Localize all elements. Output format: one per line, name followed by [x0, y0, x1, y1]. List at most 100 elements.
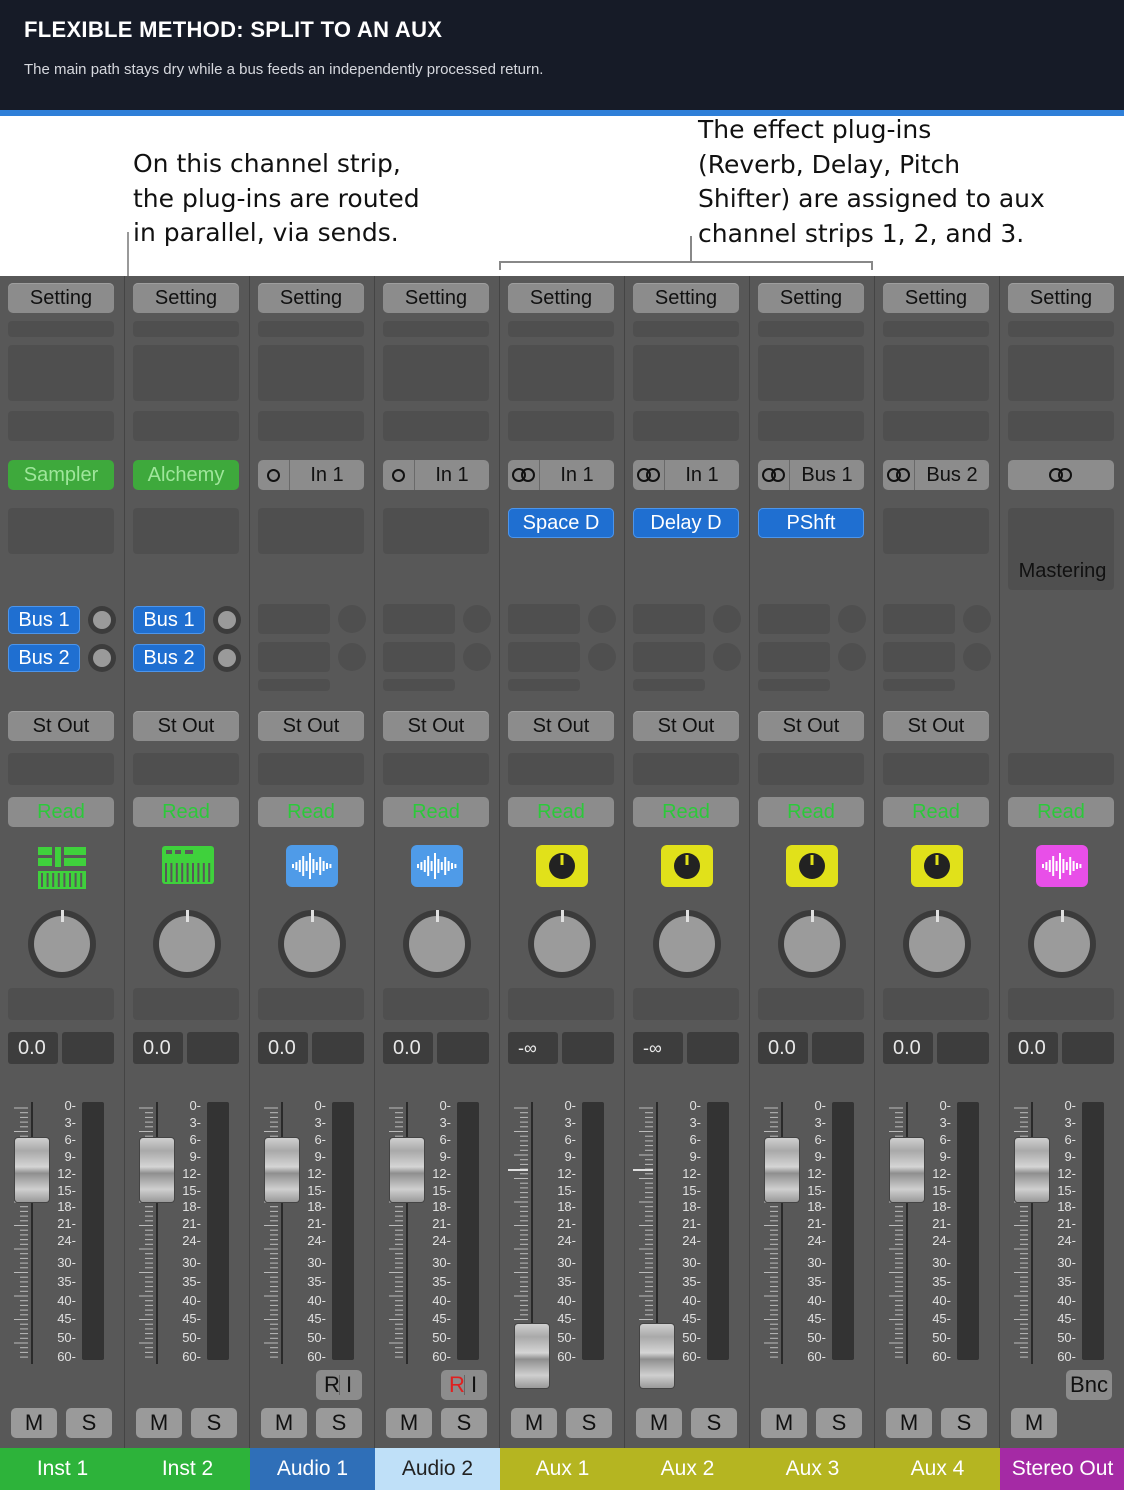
group-slot[interactable] [8, 753, 114, 785]
send-slot-2[interactable]: Bus 2 [133, 644, 205, 672]
track-name[interactable]: Audio 1 [250, 1448, 375, 1490]
eq-display[interactable] [8, 345, 114, 401]
record-input-group[interactable]: RI [316, 1370, 362, 1400]
audio-effect-slot[interactable] [883, 508, 989, 554]
automation-mode-button[interactable]: Read [8, 797, 114, 827]
setting-button[interactable]: Setting [883, 283, 989, 313]
volume-fader[interactable] [890, 1138, 924, 1202]
input-slot[interactable]: In 1 [633, 460, 739, 490]
track-name[interactable]: Inst 1 [0, 1448, 125, 1490]
send-slot-empty[interactable] [883, 604, 955, 634]
send-level-knob[interactable] [88, 606, 116, 634]
eq-display[interactable] [133, 345, 239, 401]
mute-button[interactable]: M [11, 1408, 57, 1438]
eq-display[interactable] [633, 345, 739, 401]
setting-button[interactable]: Setting [508, 283, 614, 313]
stereo-input-icon[interactable] [1008, 460, 1114, 490]
group-slot[interactable] [508, 753, 614, 785]
input-slot[interactable]: In 1 [383, 460, 489, 490]
track-name[interactable]: Aux 3 [750, 1448, 875, 1490]
record-button[interactable]: R [449, 1370, 465, 1400]
output-slot[interactable]: St Out [258, 711, 364, 741]
stereo-input-icon[interactable] [758, 460, 790, 490]
setting-button[interactable]: Setting [758, 283, 864, 313]
volume-readout[interactable]: 0.0 [258, 1032, 308, 1064]
setting-button[interactable]: Setting [383, 283, 489, 313]
input-monitor-button[interactable]: I [346, 1370, 352, 1400]
volume-fader[interactable] [765, 1138, 799, 1202]
stereo-input-icon[interactable] [633, 460, 665, 490]
automation-mode-button[interactable]: Read [1008, 797, 1114, 827]
send-slot-empty[interactable] [508, 642, 580, 672]
output-slot[interactable]: St Out [633, 711, 739, 741]
midi-fx-slot[interactable] [383, 411, 489, 441]
automation-mode-button[interactable]: Read [883, 797, 989, 827]
solo-button[interactable]: S [941, 1408, 987, 1438]
send-slot-empty[interactable] [508, 604, 580, 634]
output-slot[interactable]: St Out [8, 711, 114, 741]
group-slot[interactable] [633, 753, 739, 785]
pan-knob[interactable] [153, 910, 221, 978]
solo-button[interactable]: S [441, 1408, 487, 1438]
eq-display[interactable] [508, 345, 614, 401]
volume-readout[interactable]: 0.0 [758, 1032, 808, 1064]
volume-fader[interactable] [515, 1324, 549, 1388]
pan-knob[interactable] [528, 910, 596, 978]
solo-button[interactable]: S [316, 1408, 362, 1438]
pan-knob[interactable] [278, 910, 346, 978]
output-slot[interactable]: St Out [883, 711, 989, 741]
volume-fader[interactable] [140, 1138, 174, 1202]
input-monitor-button[interactable]: I [471, 1370, 477, 1400]
eq-display[interactable] [758, 345, 864, 401]
track-name[interactable]: Inst 2 [125, 1448, 250, 1490]
send-level-knob[interactable] [213, 606, 241, 634]
solo-button[interactable]: S [191, 1408, 237, 1438]
record-button[interactable]: R [324, 1370, 340, 1400]
volume-readout[interactable]: -∞ [633, 1032, 683, 1064]
midi-fx-slot[interactable] [133, 411, 239, 441]
audio-effect-slot[interactable] [8, 508, 114, 554]
volume-readout[interactable]: 0.0 [8, 1032, 58, 1064]
pan-knob[interactable] [1028, 910, 1096, 978]
send-level-knob[interactable] [88, 644, 116, 672]
input-slot[interactable]: In 1 [258, 460, 364, 490]
mute-button[interactable]: M [386, 1408, 432, 1438]
solo-button[interactable]: S [691, 1408, 737, 1438]
group-slot[interactable] [383, 753, 489, 785]
pan-knob[interactable] [403, 910, 471, 978]
midi-fx-slot[interactable] [883, 411, 989, 441]
automation-mode-button[interactable]: Read [133, 797, 239, 827]
group-slot[interactable] [1008, 753, 1114, 785]
volume-fader[interactable] [640, 1324, 674, 1388]
mute-button[interactable]: M [136, 1408, 182, 1438]
send-slot-empty[interactable] [633, 642, 705, 672]
input-slot[interactable]: In 1 [508, 460, 614, 490]
send-slot-empty[interactable] [883, 642, 955, 672]
instrument-slot[interactable]: Sampler [8, 460, 114, 490]
group-slot[interactable] [758, 753, 864, 785]
stereo-input-icon[interactable] [508, 460, 540, 490]
setting-button[interactable]: Setting [258, 283, 364, 313]
track-name[interactable]: Aux 1 [500, 1448, 625, 1490]
mute-button[interactable]: M [1011, 1408, 1057, 1438]
send-slot-empty[interactable] [383, 604, 455, 634]
setting-button[interactable]: Setting [133, 283, 239, 313]
audio-effect-slot[interactable]: Delay D [633, 508, 739, 538]
eq-display[interactable] [258, 345, 364, 401]
solo-button[interactable]: S [566, 1408, 612, 1438]
automation-mode-button[interactable]: Read [383, 797, 489, 827]
automation-mode-button[interactable]: Read [758, 797, 864, 827]
instrument-slot[interactable]: Alchemy [133, 460, 239, 490]
midi-fx-slot[interactable] [1008, 411, 1114, 441]
pan-knob[interactable] [778, 910, 846, 978]
track-name[interactable]: Stereo Out [1000, 1448, 1124, 1490]
send-slot-empty[interactable] [633, 604, 705, 634]
pan-knob[interactable] [653, 910, 721, 978]
group-slot[interactable] [258, 753, 364, 785]
volume-fader[interactable] [390, 1138, 424, 1202]
stereo-input-icon[interactable] [883, 460, 915, 490]
send-slot-1[interactable]: Bus 1 [133, 606, 205, 634]
input-slot[interactable]: Bus 1 [758, 460, 864, 490]
volume-readout[interactable]: 0.0 [1008, 1032, 1058, 1064]
setting-button[interactable]: Setting [633, 283, 739, 313]
